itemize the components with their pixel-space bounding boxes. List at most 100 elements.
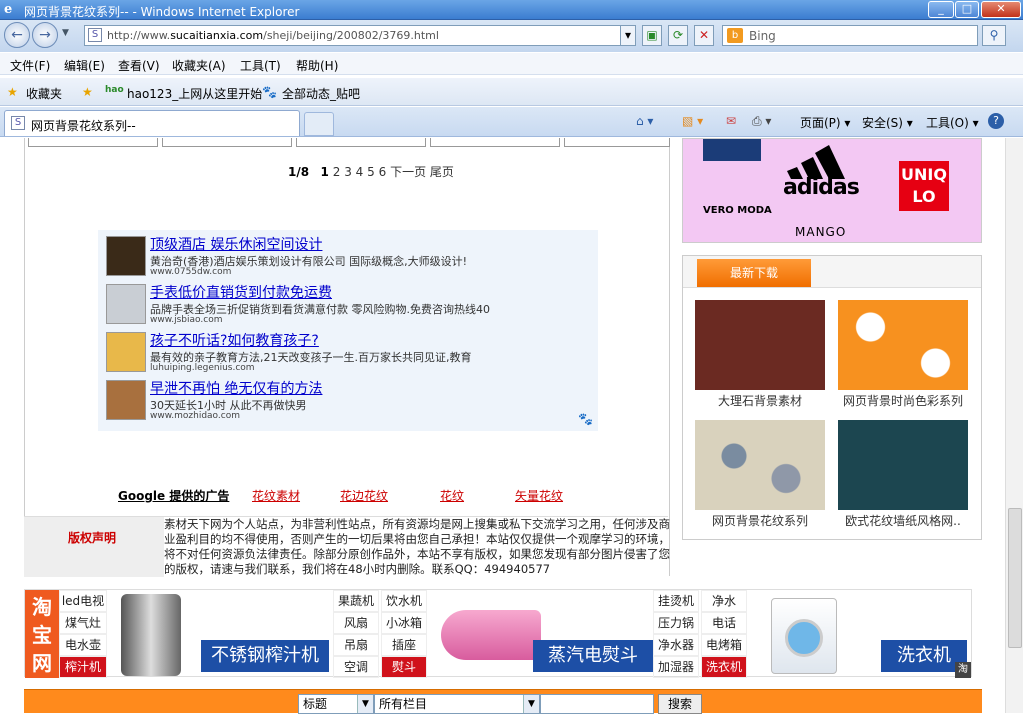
ad-title[interactable]: 手表低价直销货到付款免运费	[150, 282, 332, 302]
thumb-strip-3[interactable]	[296, 138, 426, 147]
feeds-icon[interactable]: ▧ ▾	[682, 114, 703, 128]
brand-ad[interactable]: adidas UNIQLO VERO MODA MANGO	[682, 138, 982, 243]
scrollbar-thumb[interactable]	[1008, 508, 1022, 648]
paw-icon[interactable]: 🐾	[578, 412, 593, 426]
add-favorite-icon[interactable]: ★	[82, 85, 93, 99]
ad-item[interactable]: 顶级酒店 娱乐休闲空间设计 黄治奇(香港)酒店娱乐策划设计有限公司 国际级概念,…	[106, 232, 586, 277]
home-icon[interactable]: ⌂ ▾	[636, 114, 653, 128]
banner-link[interactable]: 电水壶	[59, 634, 107, 656]
history-dropdown-icon[interactable]: ▼	[62, 28, 69, 38]
thumb-strip-5[interactable]	[564, 138, 670, 147]
download-item[interactable]: 网页背景花纹系列	[695, 420, 825, 538]
maximize-button[interactable]: □	[955, 1, 979, 18]
banner-link[interactable]: 小冰箱	[381, 612, 427, 634]
pager-page-1[interactable]: 1	[321, 165, 329, 179]
banner-link[interactable]: 熨斗	[381, 656, 427, 678]
refresh-icon[interactable]: ⟳	[668, 25, 688, 46]
search-input[interactable]: b Bing	[722, 25, 978, 46]
banner-link[interactable]: 吊扇	[333, 634, 379, 656]
banner-link[interactable]: 插座	[381, 634, 427, 656]
tab-current[interactable]: S 网页背景花纹系列--	[4, 110, 300, 136]
mail-icon[interactable]: ✉	[726, 114, 736, 128]
downloads-tab[interactable]: 最新下载	[697, 259, 811, 287]
search-field-select[interactable]: 标题 ▼	[298, 694, 374, 714]
download-thumbnail[interactable]	[695, 300, 825, 390]
banner-link[interactable]: led电视	[59, 590, 107, 612]
ad-link[interactable]: 花纹	[440, 487, 464, 504]
ad-link[interactable]: 矢量花纹	[515, 487, 563, 504]
tools-menu[interactable]: 工具(O) ▾	[926, 114, 979, 131]
download-thumbnail[interactable]	[695, 420, 825, 510]
close-button[interactable]: ✕	[981, 1, 1021, 18]
menu-help[interactable]: 帮助(H)	[296, 57, 338, 74]
ad-item[interactable]: 手表低价直销货到付款免运费 品牌手表全场三折促销货到看货满意付款 零风险购物.免…	[106, 280, 586, 325]
address-bar[interactable]: S http://www.sucaitianxia.com/sheji/beij…	[84, 25, 636, 46]
site-search-input[interactable]	[540, 694, 654, 714]
banner-link[interactable]: 饮水机	[381, 590, 427, 612]
compat-view-icon[interactable]: ▣	[642, 25, 662, 46]
banner-link[interactable]: 煤气灶	[59, 612, 107, 634]
pager-page-2[interactable]: 2	[333, 165, 341, 179]
pager-page-3[interactable]: 3	[344, 165, 352, 179]
address-dropdown-icon[interactable]: ▾	[620, 25, 636, 46]
ad-link[interactable]: 花纹素材	[252, 487, 300, 504]
pager-page-4[interactable]: 4	[356, 165, 364, 179]
fav-link-hao123[interactable]: hao123_上网从这里开始	[127, 85, 262, 102]
ad-title[interactable]: 早泄不再怕 绝无仅有的方法	[150, 378, 322, 398]
ad-link[interactable]: 花边花纹	[340, 487, 388, 504]
stop-icon[interactable]: ✕	[694, 25, 714, 46]
thumb-strip-2[interactable]	[162, 138, 292, 147]
banner-link[interactable]: 加湿器	[653, 656, 699, 678]
menu-view[interactable]: 查看(V)	[118, 57, 160, 74]
promo-iron[interactable]: 蒸汽电熨斗	[533, 640, 653, 672]
new-tab-button[interactable]	[304, 112, 334, 136]
taobao-corner-icon[interactable]: 淘	[955, 662, 971, 678]
banner-link[interactable]: 压力锅	[653, 612, 699, 634]
taobao-banner[interactable]: 淘宝网 led电视 煤气灶 电水壶 榨汁机 不锈钢榨汁机 果蔬机 风扇 吊扇 空…	[24, 589, 972, 678]
taobao-logo[interactable]: 淘宝网	[25, 590, 59, 678]
banner-link[interactable]: 果蔬机	[333, 590, 379, 612]
pager-last[interactable]: 尾页	[430, 165, 454, 179]
help-icon[interactable]: ?	[988, 113, 1004, 129]
download-caption[interactable]: 网页背景花纹系列	[695, 512, 825, 529]
banner-link[interactable]: 挂烫机	[653, 590, 699, 612]
pager-page-5[interactable]: 5	[367, 165, 375, 179]
url-text[interactable]: http://www.sucaitianxia.com/sheji/beijin…	[107, 29, 439, 42]
download-caption[interactable]: 网页背景时尚色彩系列	[838, 392, 968, 409]
banner-link[interactable]: 洗衣机	[701, 656, 747, 678]
site-search-button[interactable]: 搜索	[658, 694, 702, 714]
minimize-button[interactable]: _	[928, 1, 954, 18]
menu-tools[interactable]: 工具(T)	[240, 57, 281, 74]
search-column-select[interactable]: 所有栏目 ▼	[374, 694, 540, 714]
download-thumbnail[interactable]	[838, 420, 968, 510]
washer-image[interactable]	[771, 598, 837, 674]
page-scrollbar[interactable]	[1005, 138, 1023, 713]
juicer-image[interactable]	[121, 594, 181, 676]
search-icon[interactable]: ⚲	[982, 25, 1006, 46]
download-caption[interactable]: 欧式花纹墙纸风格网..	[838, 512, 968, 529]
promo-juicer[interactable]: 不锈钢榨汁机	[201, 640, 329, 672]
download-thumbnail[interactable]	[838, 300, 968, 390]
safety-menu[interactable]: 安全(S) ▾	[862, 114, 913, 131]
iron-image[interactable]	[441, 610, 541, 660]
download-item[interactable]: 欧式花纹墙纸风格网..	[838, 420, 968, 538]
thumb-strip-4[interactable]	[430, 138, 560, 147]
menu-edit[interactable]: 编辑(E)	[64, 57, 105, 74]
forward-button[interactable]: →	[32, 22, 58, 48]
ad-item[interactable]: 孩子不听话?如何教育孩子? 最有效的亲子教育方法,21天改变孩子一生.百万家长共…	[106, 328, 586, 373]
ad-item[interactable]: 早泄不再怕 绝无仅有的方法 30天延长1小时 从此不再做快男 www.mozhi…	[106, 376, 586, 421]
page-menu[interactable]: 页面(P) ▾	[800, 114, 850, 131]
pager-page-6[interactable]: 6	[379, 165, 387, 179]
pager-next[interactable]: 下一页	[390, 165, 426, 179]
favorites-button[interactable]: 收藏夹	[26, 85, 62, 102]
banner-link[interactable]: 电话	[701, 612, 747, 634]
download-caption[interactable]: 大理石背景素材	[695, 392, 825, 409]
ad-title[interactable]: 孩子不听话?如何教育孩子?	[150, 330, 319, 350]
banner-link[interactable]: 空调	[333, 656, 379, 678]
fav-link-tieba[interactable]: 全部动态_贴吧	[282, 85, 360, 102]
download-item[interactable]: 网页背景时尚色彩系列	[838, 300, 968, 418]
banner-link[interactable]: 电烤箱	[701, 634, 747, 656]
print-icon[interactable]: ⎙ ▾	[752, 114, 771, 129]
banner-link[interactable]: 净水器	[653, 634, 699, 656]
ad-title[interactable]: 顶级酒店 娱乐休闲空间设计	[150, 234, 322, 254]
